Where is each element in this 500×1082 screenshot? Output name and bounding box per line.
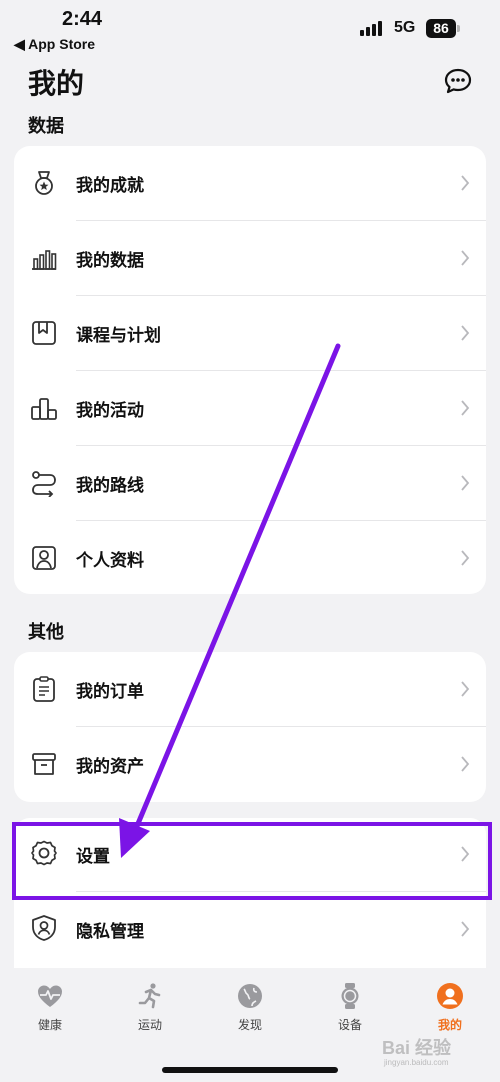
medal-icon: [35, 171, 53, 195]
tab-device[interactable]: 设备: [300, 982, 400, 1033]
page-title: 我的: [28, 67, 85, 100]
chevron-right-icon: [461, 175, 470, 191]
tab-label: 设备: [337, 1018, 362, 1032]
menu-item-activities[interactable]: 我的活动: [14, 371, 486, 446]
menu-item-orders[interactable]: 我的订单: [14, 652, 486, 727]
back-to-app-store-link[interactable]: ◀ App Store: [14, 36, 95, 53]
menu-item-label: 我的资产: [76, 757, 144, 777]
menu-item-my-data[interactable]: 我的数据: [14, 221, 486, 296]
shield-user-icon: [32, 915, 56, 941]
tab-label: 运动: [137, 1018, 162, 1032]
battery-tip: [457, 25, 460, 32]
signal-icon: [360, 21, 382, 36]
status-time: 2:44: [62, 8, 103, 30]
chevron-right-icon: [461, 756, 470, 772]
bookmark-book-icon: [32, 321, 56, 345]
section-title-data: 数据: [28, 116, 64, 137]
menu-item-routes[interactable]: 我的路线: [14, 446, 486, 521]
tab-label: 发现: [237, 1018, 262, 1032]
watch-icon: [341, 983, 359, 1009]
profile-card-icon: [32, 546, 56, 570]
menu-item-label: 我的成就: [76, 176, 144, 196]
chevron-right-icon: [461, 921, 470, 937]
tab-me[interactable]: 我的: [400, 982, 500, 1033]
box-icon: [32, 753, 56, 775]
globe-icon: [238, 984, 262, 1008]
route-icon: [32, 471, 56, 497]
menu-item-label: 我的路线: [76, 476, 144, 496]
chevron-right-icon: [461, 475, 470, 491]
battery-icon: 86: [426, 19, 456, 38]
chevron-right-icon: [461, 325, 470, 341]
menu-item-label: 我的订单: [76, 682, 144, 702]
watermark-subtext: jingyan.baidu.com: [384, 1058, 449, 1067]
watermark: Bai 经验: [382, 1038, 452, 1058]
tab-discover[interactable]: 发现: [200, 982, 300, 1033]
menu-item-label: 我的数据: [76, 251, 144, 271]
menu-item-courses-plans[interactable]: 课程与计划: [14, 296, 486, 371]
chevron-right-icon: [461, 400, 470, 416]
annotation-highlight-box: [12, 822, 492, 900]
running-icon: [138, 983, 161, 1009]
menu-item-assets[interactable]: 我的资产: [14, 727, 486, 802]
data-card: 我的成就 我的数据 课程与计划 我的活动 我的路线 个人资料: [14, 146, 486, 594]
menu-item-label: 课程与计划: [76, 326, 161, 346]
tab-exercise[interactable]: 运动: [100, 982, 200, 1033]
tab-label: 我的: [437, 1018, 462, 1032]
chevron-right-icon: [461, 681, 470, 697]
podium-icon: [31, 398, 57, 420]
menu-item-achievements[interactable]: 我的成就: [14, 146, 486, 221]
tab-health[interactable]: 健康: [0, 982, 100, 1033]
clipboard-icon: [33, 676, 55, 702]
heart-pulse-icon: [38, 985, 62, 1007]
chat-bubble-icon[interactable]: [443, 66, 473, 96]
chevron-right-icon: [461, 250, 470, 266]
menu-item-label: 我的活动: [76, 401, 144, 421]
menu-item-privacy[interactable]: 隐私管理: [14, 892, 486, 968]
menu-item-label: 隐私管理: [76, 922, 144, 942]
bar-chart-icon: [32, 250, 57, 270]
menu-item-label: 个人资料: [76, 551, 144, 571]
chevron-right-icon: [461, 550, 470, 566]
home-indicator: [162, 1067, 338, 1073]
network-type: 5G: [394, 19, 416, 36]
tab-label: 健康: [37, 1018, 62, 1032]
status-bar: 2:44 ◀ App Store 5G 86: [0, 0, 500, 56]
section-title-other: 其他: [28, 622, 64, 643]
other-card: 我的订单 我的资产: [14, 652, 486, 802]
menu-item-profile[interactable]: 个人资料: [14, 521, 486, 594]
user-icon: [437, 983, 463, 1009]
